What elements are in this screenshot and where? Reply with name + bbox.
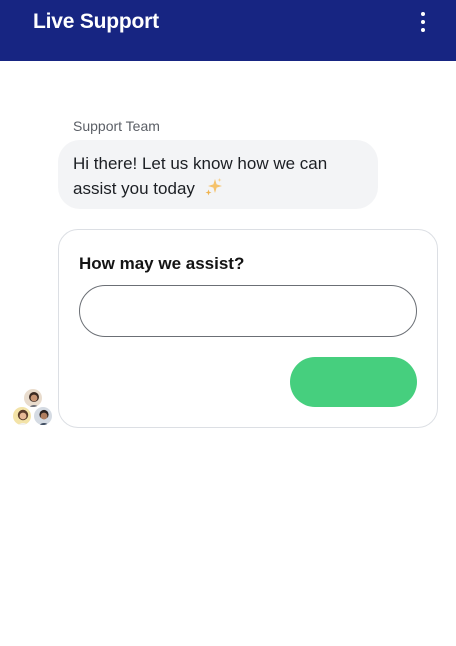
more-vertical-icon	[421, 12, 425, 16]
assist-input[interactable]	[79, 285, 417, 337]
agent-avatar	[33, 406, 53, 426]
support-team-avatars	[12, 388, 54, 430]
sender-name: Support Team	[73, 118, 160, 134]
more-vertical-icon-dot	[421, 20, 425, 24]
agent-avatar	[23, 388, 43, 408]
message-bubble: Hi there! Let us know how we can assist …	[58, 140, 378, 209]
header-title: Live Support	[33, 10, 159, 33]
sparkles-icon	[204, 177, 224, 204]
chat-widget: Live Support Support Team Hi there! Let …	[0, 0, 456, 646]
header-bar: Live Support	[0, 0, 456, 61]
agent-avatar	[12, 406, 32, 426]
submit-button[interactable]	[290, 357, 417, 407]
message-text: Hi there! Let us know how we can assist …	[73, 154, 328, 198]
form-title: How may we assist?	[79, 254, 245, 273]
more-vertical-icon-dot	[421, 28, 425, 32]
assist-form-card: How may we assist?	[58, 229, 438, 428]
more-options-button[interactable]	[412, 9, 434, 35]
